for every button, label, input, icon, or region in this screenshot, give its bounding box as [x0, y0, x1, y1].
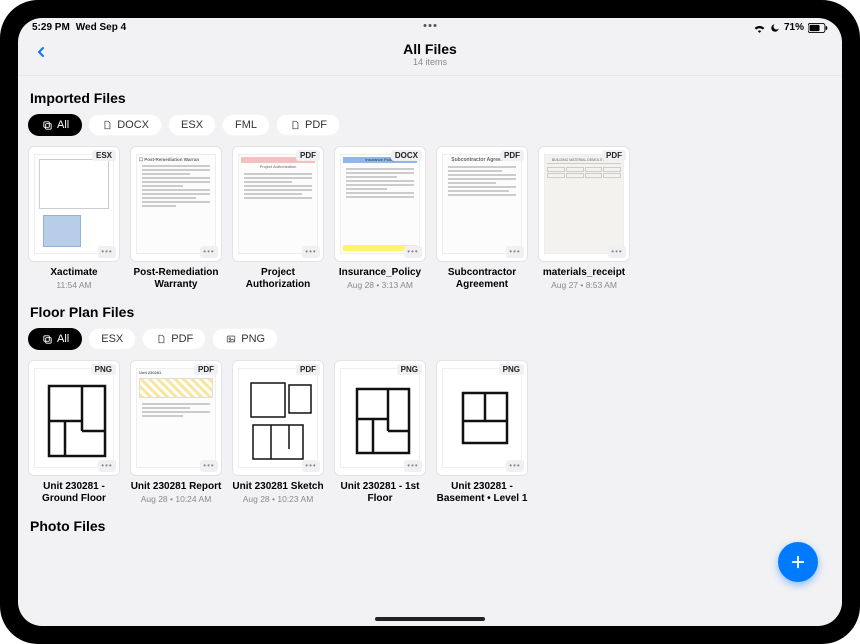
- file-title: Xactimate: [28, 267, 120, 279]
- filter-row-floorplans: All ESX PDF PNG: [28, 328, 832, 350]
- file-title: Unit 230281 Report: [130, 481, 222, 493]
- file-title: Unit 230281 - Basement • Level 1: [436, 481, 528, 504]
- file-title: Project Authorization: [232, 267, 324, 290]
- nav-header: All Files 14 items: [18, 35, 842, 76]
- filter-chip-png[interactable]: PNG: [212, 328, 278, 350]
- multitasking-dots[interactable]: [424, 24, 437, 27]
- file-card[interactable]: PNG ••• Unit 230281 - Ground Floor: [28, 360, 120, 504]
- filter-row-imported: All DOCX ESX FML PDF: [28, 114, 832, 136]
- filter-label: PDF: [305, 119, 327, 131]
- back-button[interactable]: [28, 39, 54, 65]
- more-button[interactable]: •••: [302, 246, 320, 258]
- file-meta: Aug 28 • 10:24 AM: [130, 494, 222, 504]
- filter-label: DOCX: [117, 119, 149, 131]
- filter-label: FML: [235, 119, 257, 131]
- filter-chip-esx[interactable]: ESX: [168, 114, 216, 136]
- file-type-badge: PDF: [194, 364, 218, 375]
- more-button[interactable]: •••: [98, 246, 116, 258]
- more-button[interactable]: •••: [404, 246, 422, 258]
- more-button[interactable]: •••: [506, 246, 524, 258]
- file-title: Unit 230281 - 1st Floor: [334, 481, 426, 504]
- file-card[interactable]: Subcontractor Agreement PDF ••• Subcontr…: [436, 146, 528, 290]
- more-button[interactable]: •••: [200, 246, 218, 258]
- more-button[interactable]: •••: [608, 246, 626, 258]
- file-card[interactable]: Unit 230281 PDF ••• Unit 230281 Report A…: [130, 360, 222, 504]
- page-subtitle: 14 items: [403, 57, 457, 67]
- more-button[interactable]: •••: [200, 460, 218, 472]
- filter-chip-esx[interactable]: ESX: [88, 328, 136, 350]
- file-row-floorplans[interactable]: PNG ••• Unit 230281 - Ground Floor Unit …: [28, 360, 832, 510]
- status-bar: 5:29 PM Wed Sep 4 71%: [18, 18, 842, 35]
- filter-chip-all[interactable]: All: [28, 328, 82, 350]
- filter-label: ESX: [101, 333, 123, 345]
- file-row-imported[interactable]: ESX ••• Xactimate 11:54 AM ☐ Post-Remedi…: [28, 146, 832, 296]
- file-card[interactable]: Insurance Policy DOCX ••• Insurance_Poli…: [334, 146, 426, 290]
- status-date: Wed Sep 4: [76, 22, 126, 33]
- page-title: All Files: [403, 41, 457, 57]
- filter-label: PNG: [241, 333, 265, 345]
- doc-icon: [289, 119, 301, 131]
- stack-icon: [41, 333, 53, 345]
- filter-chip-all[interactable]: All: [28, 114, 82, 136]
- more-button[interactable]: •••: [302, 460, 320, 472]
- section-title-photos: Photo Files: [30, 518, 832, 534]
- file-type-badge: DOCX: [391, 150, 422, 161]
- file-title: Post-Remediation Warranty: [130, 267, 222, 290]
- filter-chip-fml[interactable]: FML: [222, 114, 270, 136]
- home-indicator[interactable]: [375, 617, 485, 621]
- file-title: materials_receipt: [538, 267, 630, 279]
- image-icon: [225, 333, 237, 345]
- filter-label: PDF: [171, 333, 193, 345]
- file-meta: 11:54 AM: [28, 280, 120, 290]
- file-card[interactable]: Project Authorization PDF ••• Project Au…: [232, 146, 324, 290]
- file-card[interactable]: BUILDING MATERIAL DEMOLITION CO. PDF •••…: [538, 146, 630, 290]
- file-meta: Aug 27 • 8:53 AM: [538, 280, 630, 290]
- filter-label: ESX: [181, 119, 203, 131]
- file-card[interactable]: ESX ••• Xactimate 11:54 AM: [28, 146, 120, 290]
- file-title: Unit 230281 - Ground Floor: [28, 481, 120, 504]
- file-type-badge: PDF: [500, 150, 524, 161]
- filter-label: All: [57, 333, 69, 345]
- filter-chip-docx[interactable]: DOCX: [88, 114, 162, 136]
- file-title: Unit 230281 Sketch: [232, 481, 324, 493]
- file-title: Insurance_Policy: [334, 267, 426, 279]
- section-title-imported: Imported Files: [30, 90, 832, 106]
- file-card[interactable]: PDF ••• Unit 230281 Sketch Aug 28 • 10:2…: [232, 360, 324, 504]
- file-type-badge: PDF: [296, 364, 320, 375]
- doc-icon: [155, 333, 167, 345]
- section-title-floorplans: Floor Plan Files: [30, 304, 832, 320]
- status-time: 5:29 PM: [32, 22, 70, 33]
- battery-icon: [808, 23, 828, 33]
- file-meta: Aug 28 • 3:13 AM: [334, 280, 426, 290]
- content-scroll[interactable]: Imported Files All DOCX ESX FML: [18, 76, 842, 626]
- filter-chip-pdf[interactable]: PDF: [142, 328, 206, 350]
- file-type-badge: PDF: [296, 150, 320, 161]
- file-type-badge: PNG: [397, 364, 422, 375]
- doc-icon: [101, 119, 113, 131]
- file-title: Subcontractor Agreement: [436, 267, 528, 290]
- file-card[interactable]: PNG ••• Unit 230281 - 1st Floor: [334, 360, 426, 504]
- battery-percentage: 71%: [784, 22, 804, 33]
- file-type-badge: PNG: [499, 364, 524, 375]
- file-type-badge: PNG: [91, 364, 116, 375]
- file-card[interactable]: PNG ••• Unit 230281 - Basement • Level 1: [436, 360, 528, 504]
- wifi-icon: [753, 23, 766, 33]
- filter-chip-pdf[interactable]: PDF: [276, 114, 340, 136]
- more-button[interactable]: •••: [506, 460, 524, 472]
- stack-icon: [41, 119, 53, 131]
- file-type-badge: PDF: [602, 150, 626, 161]
- more-button[interactable]: •••: [98, 460, 116, 472]
- filter-label: All: [57, 119, 69, 131]
- file-meta: Aug 28 • 10:23 AM: [232, 494, 324, 504]
- more-button[interactable]: •••: [404, 460, 422, 472]
- file-card[interactable]: ☐ Post-Remediation Warran ••• Post-Remed…: [130, 146, 222, 290]
- moon-icon: [770, 23, 780, 33]
- add-button[interactable]: [778, 542, 818, 582]
- file-type-badge: ESX: [92, 150, 116, 161]
